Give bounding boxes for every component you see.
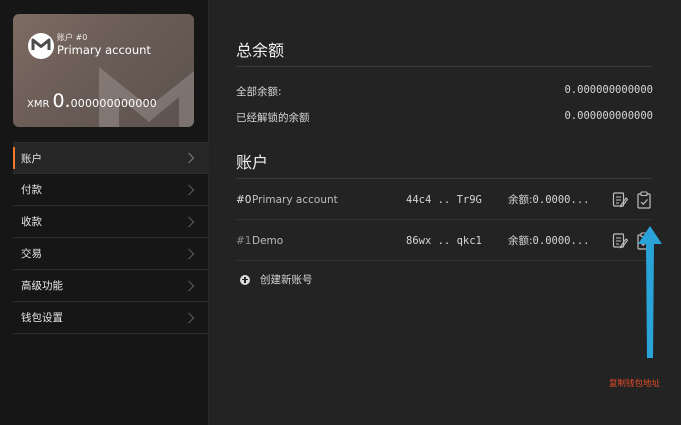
- chevron-right-icon: [188, 184, 195, 195]
- account-name: Demo: [252, 234, 284, 247]
- chevron-right-icon: [188, 216, 195, 227]
- balance-section-title: 总余额: [236, 41, 285, 60]
- sidebar-item-label: 收款: [21, 216, 42, 228]
- total-balance-label: 全部余额:: [236, 86, 282, 98]
- sidebar-item-label: 交易: [21, 248, 42, 260]
- account-balance-value: 0.0000...: [532, 234, 590, 247]
- monero-watermark-icon: [99, 67, 194, 127]
- account-row-1[interactable]: #1 Demo 86wx .. qkc1 余额: 0.0000...: [236, 221, 652, 261]
- sidebar-item-settings[interactable]: 钱包设置: [13, 302, 209, 334]
- sidebar-item-label: 钱包设置: [21, 312, 63, 324]
- account-index: #1: [236, 234, 252, 247]
- sidebar-item-advanced[interactable]: 高级功能: [13, 270, 209, 302]
- card-balance: XMR 0. 000000000000: [27, 90, 157, 112]
- create-account-button[interactable]: 创建新账号: [240, 272, 313, 287]
- account-balance-label: 余额:: [508, 235, 533, 247]
- divider: [236, 178, 652, 179]
- sidebar-item-label: 高级功能: [21, 280, 63, 292]
- account-address: 86wx .. qkc1: [406, 234, 482, 247]
- annotation-arrow-icon: [638, 226, 662, 358]
- card-currency: XMR: [27, 99, 50, 110]
- sidebar-item-accounts[interactable]: 账户: [13, 142, 209, 174]
- sidebar: 账户 #0 Primary account XMR 0. 00000000000…: [0, 0, 209, 425]
- annotation-copy-address-note: 复制钱包地址: [609, 379, 661, 389]
- copy-address-icon[interactable]: [636, 191, 652, 209]
- card-balance-dec: 000000000000: [70, 97, 157, 110]
- row-actions: [612, 191, 652, 209]
- account-balance-label: 余额:: [508, 194, 533, 206]
- account-row-0[interactable]: #0 Primary account 44c4 .. Tr9G 余额: 0.00…: [236, 180, 652, 220]
- chevron-right-icon: [188, 248, 195, 259]
- sidebar-item-send[interactable]: 付款: [13, 174, 209, 206]
- account-balance-value: 0.0000...: [532, 193, 590, 206]
- chevron-right-icon: [188, 152, 195, 164]
- edit-label-icon[interactable]: [612, 232, 628, 250]
- wallet-card: 账户 #0 Primary account XMR 0. 00000000000…: [13, 14, 194, 127]
- chevron-right-icon: [188, 280, 195, 291]
- chevron-right-icon: [188, 312, 195, 323]
- card-account-index: 账户 #0: [57, 33, 88, 42]
- create-account-label: 创建新账号: [260, 274, 313, 286]
- sidebar-nav: 账户 付款 收款 交易 高级功能 钱包设置: [13, 142, 209, 334]
- card-account-name: Primary account: [57, 43, 151, 57]
- card-balance-int: 0.: [52, 90, 71, 112]
- edit-label-icon[interactable]: [612, 191, 628, 209]
- sidebar-item-receive[interactable]: 收款: [13, 206, 209, 238]
- accounts-section-title: 账户: [236, 153, 269, 172]
- sidebar-item-transactions[interactable]: 交易: [13, 238, 209, 270]
- sidebar-item-label: 账户: [21, 152, 42, 165]
- main-content: 总余额 全部余额: 0.000000000000 已经解锁的余额 0.00000…: [209, 0, 681, 425]
- unlocked-balance-value: 0.000000000000: [564, 110, 653, 122]
- unlocked-balance-label: 已经解锁的余额: [236, 112, 310, 124]
- account-address: 44c4 .. Tr9G: [406, 193, 482, 206]
- sidebar-item-label: 付款: [21, 184, 42, 196]
- account-index: #0: [236, 193, 252, 206]
- plus-circle-icon: [240, 274, 250, 285]
- monero-logo-icon: [28, 33, 54, 59]
- divider: [236, 66, 652, 67]
- total-balance-value: 0.000000000000: [564, 84, 653, 96]
- account-name: Primary account: [252, 193, 338, 206]
